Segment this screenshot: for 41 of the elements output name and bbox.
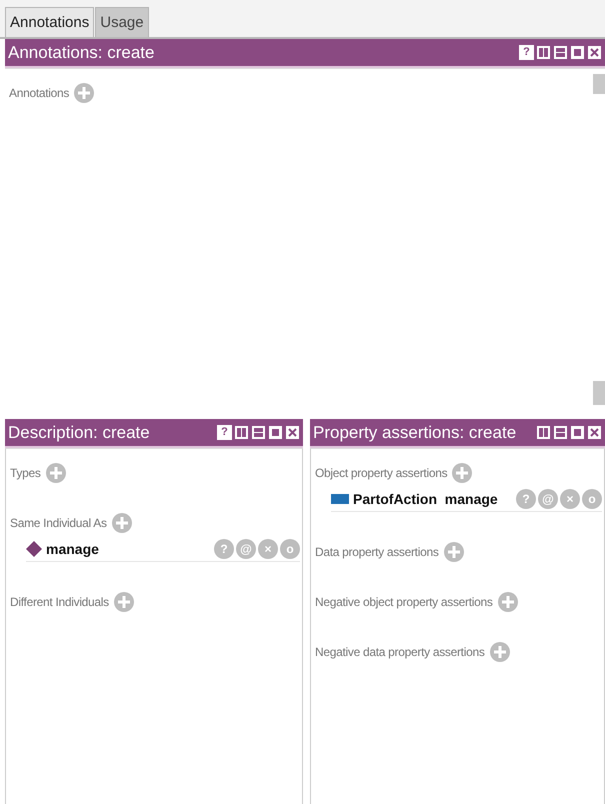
tab[interactable]: Usage <box>95 7 149 37</box>
view-title: Property assertions: create <box>313 422 516 442</box>
close-icon[interactable] <box>587 45 602 60</box>
action-button[interactable]: o <box>582 489 602 509</box>
action-button[interactable]: @ <box>538 489 558 509</box>
action-button[interactable]: ? <box>214 539 234 559</box>
view-title: Description: create <box>8 422 150 442</box>
help-button[interactable]: ? <box>519 45 534 60</box>
scrollbar[interactable] <box>593 74 605 94</box>
section-label: Negative object property assertions <box>315 595 493 609</box>
split-horizontal-icon[interactable] <box>553 425 568 440</box>
maximize-icon[interactable] <box>570 45 585 60</box>
scrollbar[interactable] <box>593 381 605 405</box>
action-button[interactable]: o <box>280 539 300 559</box>
help-button[interactable]: ? <box>217 425 232 440</box>
section-label: Negative data property assertions <box>315 645 485 659</box>
maximize-icon[interactable] <box>268 425 283 440</box>
split-horizontal-icon[interactable] <box>553 45 568 60</box>
tab[interactable]: Annotations <box>5 7 94 37</box>
section-label: Object property assertions <box>315 466 448 480</box>
split-horizontal-icon[interactable] <box>251 425 266 440</box>
section-label: Annotations <box>9 86 70 100</box>
section-label: Same Individual As <box>10 516 107 530</box>
close-icon[interactable] <box>587 425 602 440</box>
action-button[interactable]: ? <box>516 489 536 509</box>
section-label: Different Individuals <box>10 595 109 609</box>
entity-name: PartofAction manage <box>353 491 498 507</box>
action-button[interactable]: × <box>258 539 278 559</box>
split-vertical-icon[interactable] <box>536 45 551 60</box>
maximize-icon[interactable] <box>570 425 585 440</box>
split-vertical-icon[interactable] <box>536 425 551 440</box>
view-title: Annotations: create <box>8 42 154 62</box>
section-label: Types <box>10 466 41 480</box>
section-label: Data property assertions <box>315 545 439 559</box>
rectangle-icon <box>331 494 349 504</box>
close-icon[interactable] <box>285 425 300 440</box>
diamond-icon <box>26 541 42 557</box>
entity-name: manage <box>46 541 99 557</box>
action-button[interactable]: @ <box>236 539 256 559</box>
split-vertical-icon[interactable] <box>234 425 249 440</box>
action-button[interactable]: × <box>560 489 580 509</box>
